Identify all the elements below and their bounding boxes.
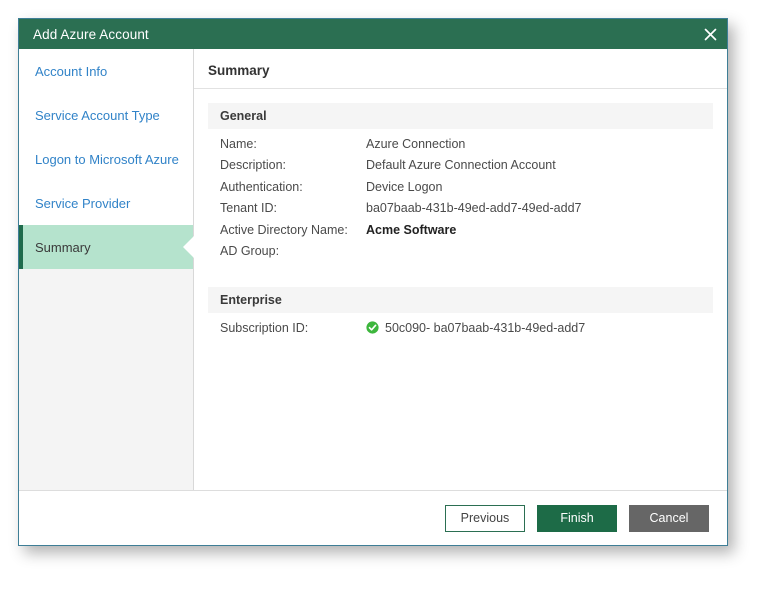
field-value: Default Azure Connection Account [366,158,556,173]
field-row-name: Name: Azure Connection [208,133,713,155]
sidebar-item-label: Summary [35,239,91,255]
field-label: Subscription ID: [220,320,309,335]
field-value: Acme Software [366,222,457,237]
wizard-step-list: Account Info Service Account Type Logon … [19,49,193,269]
field-row-authentication: Authentication: Device Logon [208,176,713,198]
sidebar-item-label: Service Account Type [35,107,160,123]
sidebar-item-summary[interactable]: Summary [19,225,193,269]
wizard-sidebar: Account Info Service Account Type Logon … [19,49,194,490]
field-label: AD Group: [220,244,280,259]
section-header-general: General [208,103,713,129]
cancel-button[interactable]: Cancel [629,504,709,532]
field-label: Tenant ID: [220,201,277,216]
field-row-ad-group: AD Group: [208,241,713,263]
sidebar-item-label: Service Provider [35,195,131,211]
sidebar-item-service-account-type[interactable]: Service Account Type [19,93,193,137]
field-value-wrapper: 50c090- ba07baab-431b-49ed-add7 [366,321,585,335]
field-row-tenant-id: Tenant ID: ba07baab-431b-49ed-add7-49ed-… [208,198,713,220]
add-azure-account-dialog: Add Azure Account Account Info Service A… [18,18,728,546]
finish-button[interactable]: Finish [537,504,617,532]
sidebar-item-label: Account Info [35,63,108,79]
field-row-active-directory-name: Active Directory Name: Acme Software [208,219,713,241]
success-check-icon [366,321,379,334]
sidebar-background-fill [19,269,193,490]
field-value: Azure Connection [366,136,466,151]
field-row-description: Description: Default Azure Connection Ac… [208,155,713,177]
field-label: Authentication: [220,179,303,194]
sidebar-item-logon-to-microsoft-azure[interactable]: Logon to Microsoft Azure [19,137,193,181]
sidebar-item-service-provider[interactable]: Service Provider [19,181,193,225]
sidebar-item-account-info[interactable]: Account Info [19,49,193,93]
field-label: Name: [220,136,257,151]
field-row-subscription-id: Subscription ID: 50c090- ba07baab-431b-4… [208,317,713,339]
field-label: Active Directory Name: [220,222,348,237]
summary-content: General Name: Azure Connection Descripti… [194,89,727,490]
dialog-title: Add Azure Account [33,26,149,42]
previous-button[interactable]: Previous [445,504,525,532]
field-value: 50c090- ba07baab-431b-49ed-add7 [385,320,586,335]
dialog-body: Account Info Service Account Type Logon … [19,49,727,490]
field-value: ba07baab-431b-49ed-add7-49ed-add7 [366,201,582,216]
field-value: Device Logon [366,179,443,194]
wizard-content-pane: Summary General Name: Azure Connection D… [194,49,727,490]
dialog-titlebar: Add Azure Account [19,19,727,49]
close-icon[interactable] [693,19,727,49]
section-header-enterprise: Enterprise [208,287,713,313]
dialog-footer: Previous Finish Cancel [19,490,727,545]
sidebar-item-label: Logon to Microsoft Azure [35,151,179,167]
page-title: Summary [194,49,727,89]
field-label: Description: [220,158,286,173]
